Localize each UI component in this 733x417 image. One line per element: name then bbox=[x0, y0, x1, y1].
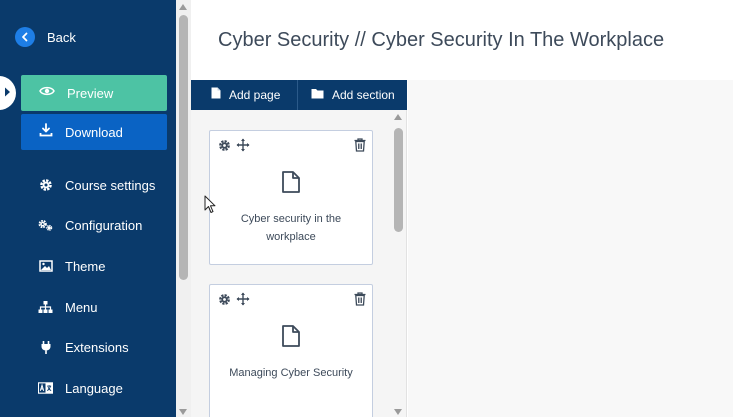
sidebar-item-extensions[interactable]: Extensions bbox=[38, 337, 129, 357]
sidebar-item-course-settings[interactable]: Course settings bbox=[38, 175, 155, 195]
scrollbar-thumb[interactable] bbox=[179, 15, 188, 280]
file-icon bbox=[282, 171, 300, 198]
sitemap-icon bbox=[38, 300, 53, 315]
gear-icon[interactable] bbox=[218, 139, 231, 157]
scroll-up-icon[interactable] bbox=[179, 4, 187, 10]
sidebar-item-label: Extensions bbox=[65, 339, 129, 355]
file-icon bbox=[211, 86, 221, 104]
file-icon bbox=[282, 325, 300, 352]
chevron-left-icon bbox=[15, 27, 35, 47]
back-button[interactable]: Back bbox=[15, 26, 76, 48]
plug-icon bbox=[38, 340, 53, 355]
download-button[interactable]: Download bbox=[21, 114, 167, 150]
page-title: Cyber Security // Cyber Security In The … bbox=[218, 29, 665, 51]
add-section-label: Add section bbox=[332, 88, 395, 102]
eye-icon bbox=[39, 84, 55, 102]
sidebar-item-label: Configuration bbox=[65, 217, 143, 233]
sidebar-item-label: Course settings bbox=[65, 177, 156, 193]
scroll-down-icon[interactable] bbox=[394, 409, 402, 415]
sidebar-item-menu[interactable]: Menu bbox=[38, 297, 98, 317]
add-section-button[interactable]: Add section bbox=[298, 80, 407, 110]
mouse-cursor-icon bbox=[204, 195, 216, 219]
folder-icon bbox=[311, 86, 324, 104]
sidebar-item-theme[interactable]: Theme bbox=[38, 256, 105, 276]
sidebar-item-label: Menu bbox=[65, 299, 98, 315]
sidebar-item-configuration[interactable]: Configuration bbox=[38, 215, 142, 235]
add-page-label: Add page bbox=[229, 88, 281, 102]
gears-icon bbox=[38, 218, 53, 233]
gear-icon[interactable] bbox=[218, 293, 231, 311]
sidebar-scrollbar[interactable] bbox=[176, 0, 191, 417]
sidebar: Back Preview Download Course settings Co… bbox=[0, 0, 176, 417]
chevron-right-icon bbox=[4, 84, 11, 102]
page-toolbar: Add page Add section bbox=[191, 80, 407, 110]
page-card[interactable]: Cyber security in the workplace bbox=[209, 130, 373, 265]
move-icon[interactable] bbox=[236, 292, 250, 311]
scroll-down-icon[interactable] bbox=[179, 409, 187, 415]
scrollbar-thumb[interactable] bbox=[394, 128, 403, 232]
sidebar-item-label: Theme bbox=[65, 258, 106, 274]
page-list-scrollbar[interactable] bbox=[391, 110, 406, 417]
preview-button[interactable]: Preview bbox=[21, 75, 167, 111]
image-icon bbox=[38, 259, 53, 274]
back-label: Back bbox=[47, 29, 76, 45]
page-card[interactable]: Managing Cyber Security bbox=[209, 284, 373, 417]
sidebar-item-label: Language bbox=[65, 380, 123, 396]
scroll-up-icon[interactable] bbox=[394, 114, 402, 120]
trash-icon[interactable] bbox=[354, 292, 366, 311]
page-list: Cyber security in the workplace Managing… bbox=[191, 110, 407, 417]
content-area bbox=[408, 80, 733, 417]
language-icon bbox=[38, 381, 53, 396]
sidebar-item-language[interactable]: Language bbox=[38, 378, 123, 398]
download-icon bbox=[39, 122, 53, 142]
gear-icon bbox=[38, 178, 53, 193]
preview-label: Preview bbox=[67, 85, 114, 101]
move-icon[interactable] bbox=[236, 138, 250, 157]
page-card-title: Managing Cyber Security bbox=[229, 367, 353, 379]
sidebar-toggle[interactable] bbox=[0, 76, 16, 110]
add-page-button[interactable]: Add page bbox=[191, 80, 298, 110]
trash-icon[interactable] bbox=[354, 138, 366, 157]
page-card-title: Cyber security in the workplace bbox=[240, 213, 342, 243]
download-label: Download bbox=[65, 124, 123, 140]
